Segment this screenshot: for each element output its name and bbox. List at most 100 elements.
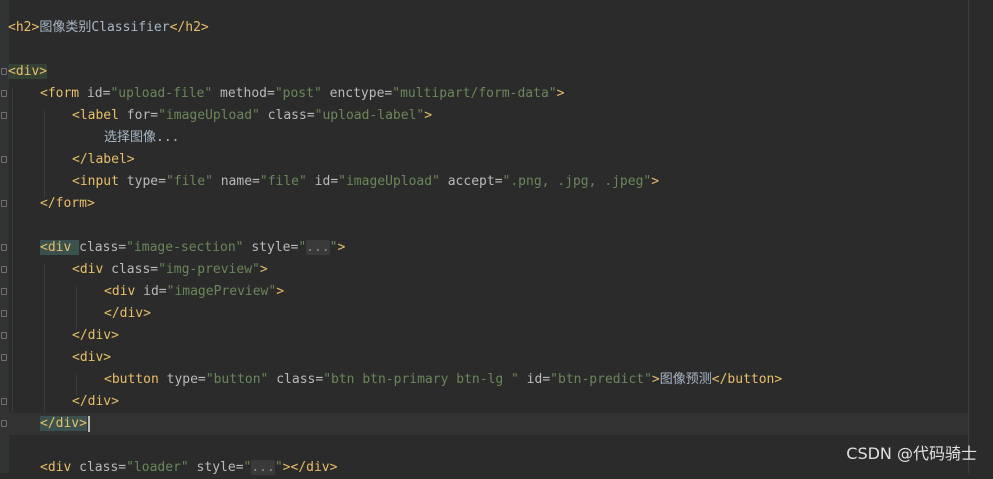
form-tag-start: <form: [40, 86, 87, 101]
div-tag-start: <div: [40, 240, 80, 255]
attr-id: id=: [518, 372, 551, 387]
line-content: </div>: [72, 325, 119, 347]
value-for: "imageUpload": [158, 108, 260, 123]
div-open-tag: <div>: [8, 64, 48, 79]
fold-toggle-icon[interactable]: [1, 354, 7, 361]
fold-toggle-icon[interactable]: [1, 310, 7, 317]
line-content: <div>: [72, 347, 111, 369]
label-text: 选择图像...: [104, 130, 180, 145]
line-content: <div class="loader" style="..."></div>: [40, 457, 337, 479]
value-id: "upload-file": [110, 86, 213, 101]
code-line[interactable]: 选择图像...: [0, 127, 968, 149]
attr-class: class=: [79, 240, 127, 255]
code-line[interactable]: </form>: [0, 193, 968, 215]
h2-close-tag: </h2>: [169, 20, 209, 35]
fold-toggle-icon[interactable]: [1, 266, 7, 273]
fold-toggle-icon[interactable]: [1, 200, 7, 207]
attr-enctype: enctype=: [321, 86, 393, 101]
div-close-tag: </div>: [40, 416, 87, 431]
line-content: 选择图像...: [104, 127, 179, 149]
value-accept: ".png, .jpg, .jpeg": [502, 174, 652, 189]
code-line[interactable]: <input type="file" name="file" id="image…: [0, 171, 968, 193]
div-open-tag: <div>: [72, 350, 112, 365]
line-content: <div>: [8, 61, 48, 83]
code-line[interactable]: <div class="img-preview">: [0, 259, 968, 281]
tag-close-bracket: >: [337, 240, 346, 255]
fold-toggle-icon[interactable]: [1, 156, 7, 163]
line-content: <label for="imageUpload" class="upload-l…: [72, 105, 432, 127]
attr-for: for=: [126, 108, 159, 123]
input-tag-start: <input: [72, 174, 127, 189]
value-method: "post": [274, 86, 322, 101]
label-close-tag: </label>: [72, 152, 135, 167]
line-content: </div>: [72, 391, 119, 413]
code-line[interactable]: <form id="upload-file" method="post" enc…: [0, 83, 968, 105]
attr-type: type=: [126, 174, 166, 189]
line-content: </form>: [40, 193, 95, 215]
value-class: "image-section": [126, 240, 244, 255]
current-code-line[interactable]: </div>: [0, 413, 968, 435]
line-content: <form id="upload-file" method="post" enc…: [40, 83, 564, 105]
form-close-tag: </form>: [40, 196, 95, 211]
value-class: "upload-label": [314, 108, 425, 123]
line-content: </div>: [104, 303, 151, 325]
tag-close-bracket: >: [276, 284, 285, 299]
attr-type: type=: [166, 372, 206, 387]
tag-close-bracket: >: [259, 262, 268, 277]
text-caret: [87, 415, 90, 432]
fold-toggle-icon[interactable]: [1, 288, 7, 295]
csdn-watermark: CSDN @代码骑士: [846, 444, 977, 463]
fold-toggle-icon[interactable]: [1, 244, 7, 251]
heading-text: 图像类别Classifier: [39, 20, 170, 35]
div-close-tag: </div>: [72, 394, 119, 409]
button-text: 图像预测: [659, 372, 712, 387]
code-line[interactable]: <h2>图像类别Classifier</h2>: [0, 17, 968, 39]
line-content: </label>: [72, 149, 135, 171]
value-class: "img-preview": [158, 262, 260, 277]
fold-toggle-icon[interactable]: [1, 420, 7, 427]
line-content: <div class="image-section" style="...">: [40, 237, 345, 259]
fold-toggle-icon[interactable]: [1, 112, 7, 119]
code-line[interactable]: </div>: [0, 391, 968, 413]
code-line[interactable]: <div class="loader" style="..."></div>: [0, 457, 968, 479]
attr-accept: accept=: [439, 174, 503, 189]
line-content: </div>: [40, 413, 90, 435]
code-line[interactable]: </div>: [0, 325, 968, 347]
line-content: <h2>图像类别Classifier</h2>: [8, 17, 209, 39]
fold-toggle-icon[interactable]: [1, 398, 7, 405]
code-line[interactable]: </div>: [0, 303, 968, 325]
code-line[interactable]: <button type="button" class="btn btn-pri…: [0, 369, 968, 391]
line-content: <button type="button" class="btn btn-pri…: [104, 369, 782, 391]
code-line[interactable]: <div id="imagePreview">: [0, 281, 968, 303]
label-tag-start: <label: [72, 108, 127, 123]
tag-close-bracket: >: [556, 86, 565, 101]
attr-class: class=: [111, 262, 159, 277]
line-content: <input type="file" name="file" id="image…: [72, 171, 659, 193]
fold-toggle-icon[interactable]: [1, 90, 7, 97]
fold-toggle-icon[interactable]: [1, 68, 7, 75]
code-line[interactable]: <label for="imageUpload" class="upload-l…: [0, 105, 968, 127]
button-tag-start: <button: [104, 372, 167, 387]
code-line[interactable]: <div>: [0, 61, 968, 83]
tag-close-bracket: >: [651, 174, 660, 189]
value-type: "file": [165, 174, 213, 189]
div-close-tag: </div>: [72, 328, 119, 343]
attr-id: id=: [306, 174, 339, 189]
value-quote: ": [298, 240, 307, 255]
line-content: <div id="imagePreview">: [104, 281, 284, 303]
value-id: "imageUpload": [338, 174, 440, 189]
code-line[interactable]: <div>: [0, 347, 968, 369]
value-id: "imagePreview": [166, 284, 277, 299]
code-line[interactable]: <div class="image-section" style="...">: [0, 237, 968, 259]
button-close-tag: </button>: [711, 372, 783, 387]
h2-open-tag: <h2>: [8, 20, 40, 35]
value-class: "btn btn-primary btn-lg ": [323, 372, 519, 387]
attr-class: class=: [259, 108, 315, 123]
code-editor[interactable]: <h2>图像类别Classifier</h2> <div> <form id="…: [0, 0, 993, 475]
folded-region[interactable]: ...: [306, 240, 330, 255]
code-line[interactable]: </label>: [0, 149, 968, 171]
line-content: <div class="img-preview">: [72, 259, 268, 281]
value-enctype: "multipart/form-data": [392, 86, 557, 101]
div-tag-start: <div: [72, 262, 112, 277]
fold-toggle-icon[interactable]: [1, 332, 7, 339]
